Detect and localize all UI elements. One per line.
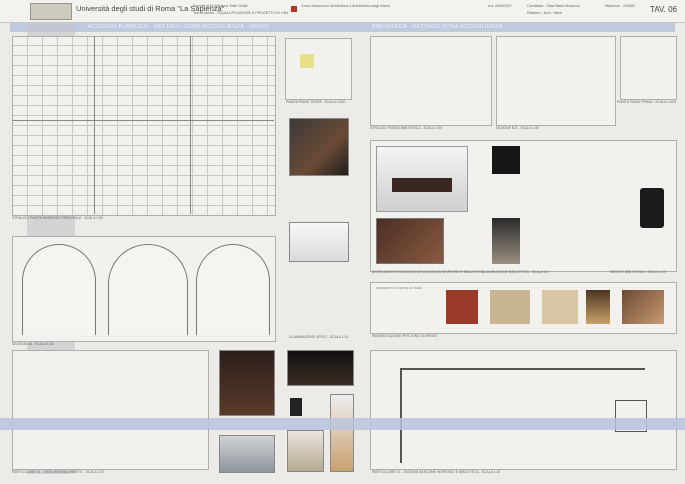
bookcase-photo bbox=[287, 430, 324, 472]
left-section-title: ACCESSO PUBBLICO - DETTAGLI ZONA ACCOGLI… bbox=[88, 24, 269, 30]
glass-partition-photo bbox=[219, 435, 275, 473]
tile-sample bbox=[446, 290, 478, 324]
chair-photo bbox=[290, 398, 302, 416]
plan-wall bbox=[94, 36, 95, 214]
interior-photo bbox=[622, 290, 664, 324]
library-plan-drawing bbox=[370, 36, 492, 126]
right-section-title: BIBLIOTECA - DETTAGLI ZONA ACCOGLIENZA bbox=[372, 24, 503, 30]
key-plan-first-caption: PIANTA PIANO PRIMO - SCALA 1:500 bbox=[617, 100, 676, 104]
sheet-number: TAV. 06 bbox=[650, 5, 677, 14]
footer-band bbox=[0, 418, 685, 430]
section-bb-caption: SEZIONE B-B - SCALA 1:50 bbox=[496, 126, 539, 130]
travertine-sample bbox=[542, 290, 578, 324]
wall-lamp-photo bbox=[492, 218, 520, 264]
pendant-lamp-photo bbox=[492, 146, 520, 174]
section-bb-drawing bbox=[496, 36, 616, 126]
desk-caption: ARREDAMENTO BANCONE ACCOGLIENZA INGRESSO… bbox=[372, 270, 484, 274]
section-line bbox=[400, 368, 402, 463]
flooring-note: PAVIMENTO IN PIETRA DI TRANI bbox=[376, 286, 423, 290]
matricola-label: Matricola - 783650 bbox=[605, 4, 635, 8]
chair-render bbox=[640, 188, 664, 228]
course-label: Corso di laurea in Architettura e Archit… bbox=[301, 4, 390, 8]
desk-body bbox=[392, 178, 452, 192]
wall-detail-drawing bbox=[12, 350, 209, 470]
plan-wall bbox=[190, 36, 191, 214]
flooring-caption: PAVIMENTAZIONE PER ZONE DI ARRIVO bbox=[372, 334, 438, 338]
relatore-label: Relatore - Arch. Valeri bbox=[527, 11, 562, 15]
shelving-photo bbox=[219, 350, 275, 416]
faculty-label: Facoltà di Architettura 'Valle Giulia' bbox=[193, 4, 249, 8]
door-photo bbox=[330, 394, 354, 472]
section-caption: SEZIONE AA - SCALA 1:50 bbox=[12, 342, 54, 346]
detail-right-caption: PARTICOLARE 02 - SEZIONE BANCONE INGRESS… bbox=[372, 470, 501, 474]
plan-caption: STRALCIO PIANTA INGRESSO PRINCIPALE - SC… bbox=[12, 216, 103, 220]
wood-render bbox=[376, 218, 444, 264]
office-render-photo bbox=[289, 118, 349, 176]
stone-sample bbox=[490, 290, 530, 324]
key-plan-highlight bbox=[300, 54, 314, 68]
arch-right bbox=[196, 244, 270, 335]
arch-center bbox=[108, 244, 188, 335]
candidate-label: Candidata - Elisa Maria Musacco bbox=[527, 4, 580, 8]
arch-left bbox=[22, 244, 96, 335]
seating-caption: SEDUTE BIBLIOTECA - SCALA 1:20 bbox=[610, 270, 666, 274]
plan-wall bbox=[12, 120, 274, 121]
library-plan-caption: STRALCIO PIANTA BIBLIOTECA - SCALA 1:50 bbox=[370, 126, 442, 130]
lighting-caption: ILLUMINAZIONE UFFICI - SCALA 1:10 bbox=[289, 335, 349, 339]
lighting-library-caption: ILLUMINAZIONE BIBLIOTECA - SCALA 1:5 bbox=[482, 270, 549, 274]
section-line bbox=[400, 368, 645, 370]
accent-mark bbox=[291, 6, 297, 12]
university-logo bbox=[30, 3, 72, 20]
year-label: a.a. 2006/2007 bbox=[488, 4, 512, 8]
lamp-photo bbox=[289, 222, 349, 262]
key-plan-caption: PIANTA PIANO TERRA - SCALA 1:500 bbox=[286, 100, 345, 104]
ground-floor-plan bbox=[12, 36, 276, 216]
reception-desk-photo bbox=[287, 350, 354, 386]
key-plan-first bbox=[620, 36, 677, 100]
thesis-label: Tesi di laurea - RIQUALIFICAZIONE E PROG… bbox=[193, 11, 288, 15]
key-plan-ground bbox=[285, 38, 352, 100]
corridor-photo bbox=[586, 290, 610, 324]
detail-left-caption: PARTICOLARE 01 - VISTA INTERNA PARETE - … bbox=[12, 470, 105, 474]
